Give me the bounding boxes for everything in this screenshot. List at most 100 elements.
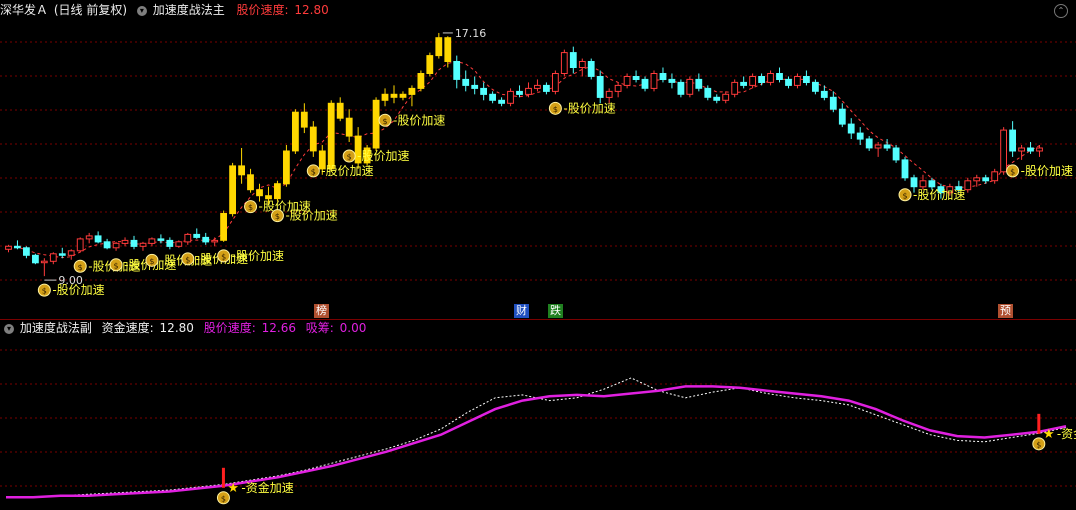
candle[interactable] [686,78,694,95]
event-tag-forecast[interactable]: 预 [998,304,1013,318]
candle[interactable] [444,37,452,62]
candle[interactable] [14,245,21,249]
candle[interactable] [803,76,810,83]
fund-accel-signal[interactable]: $★-资金加速 [1032,413,1076,451]
candle[interactable] [49,253,57,262]
candle[interactable] [40,260,48,264]
candle[interactable] [336,102,344,119]
candle[interactable] [892,147,900,161]
candle[interactable] [256,189,263,197]
candle[interactable] [650,73,658,89]
candle[interactable] [274,183,281,200]
candle[interactable] [5,245,12,250]
candle[interactable] [794,76,801,86]
candle[interactable] [489,93,497,101]
dropdown-icon[interactable]: ▾ [136,5,147,16]
candle[interactable] [964,180,972,191]
candle[interactable] [480,87,488,95]
candle[interactable] [731,81,739,95]
candle[interactable] [534,84,541,89]
price-accel-signal[interactable]: $ -股价加速 [342,149,410,163]
candle[interactable] [94,235,102,243]
candle[interactable] [749,76,757,86]
candle[interactable] [713,96,721,101]
candle[interactable] [722,93,730,101]
candle[interactable] [390,93,398,98]
candle[interactable] [605,90,613,98]
candle[interactable] [623,76,631,86]
candle[interactable] [67,250,75,256]
sub-indicator-name[interactable]: 加速度战法副 [20,321,92,335]
candle[interactable] [435,37,443,57]
main-chart[interactable]: $ -股价加速 $ -股价加速 $ -股价加速 $ -股价加速 $ -股价加速 $ -股价加速 $ -股价… [0,20,1076,302]
candle[interactable] [668,78,676,83]
candle[interactable] [345,117,353,137]
candle[interactable] [543,84,550,92]
candle[interactable] [220,213,227,241]
candle[interactable] [184,233,192,243]
candle[interactable] [1009,129,1017,152]
candle[interactable] [32,254,39,264]
candle[interactable] [408,87,416,95]
candle[interactable] [121,239,129,244]
candle[interactable] [166,239,174,247]
candle[interactable] [641,78,649,89]
candle[interactable] [991,171,999,182]
candle[interactable] [112,242,120,249]
candle[interactable] [847,123,855,134]
candle[interactable] [812,81,819,92]
candle[interactable] [453,61,461,80]
candle[interactable] [596,76,604,98]
candle[interactable] [758,76,766,83]
candle[interactable] [659,73,667,80]
candle[interactable] [471,84,479,89]
candle[interactable] [327,102,335,170]
candle[interactable] [982,177,990,182]
candle[interactable] [973,177,981,182]
candle[interactable] [901,159,909,179]
candle[interactable] [910,177,918,188]
candle[interactable] [292,111,299,152]
candle[interactable] [1018,147,1026,152]
candle[interactable] [919,180,927,188]
candle[interactable] [677,81,685,95]
candle[interactable] [1036,147,1043,152]
price-accel-signal[interactable]: $ -股价加速 [378,113,445,127]
candle[interactable] [309,126,317,152]
candle[interactable] [507,90,514,104]
candle[interactable] [148,238,156,244]
candle[interactable] [139,242,147,247]
candle[interactable] [767,73,774,83]
candle[interactable] [175,241,183,247]
candle[interactable] [265,195,272,200]
candle[interactable] [130,239,138,247]
candle[interactable] [1027,147,1034,152]
main-indicator-name[interactable]: 加速度战法主 [153,3,225,17]
candle[interactable] [372,99,380,149]
candle[interactable] [614,84,622,92]
candle[interactable] [829,96,837,110]
candle[interactable] [283,150,290,185]
candle[interactable] [76,238,84,252]
candle[interactable] [865,138,873,149]
candle[interactable] [462,78,470,86]
candle[interactable] [85,235,93,240]
candle[interactable] [560,52,568,74]
price-accel-signal[interactable]: $ -股价加速 [898,188,965,202]
candle[interactable] [776,73,783,80]
price-accel-signal[interactable]: $ -股价加速 [548,101,616,115]
candle[interactable] [525,87,532,95]
price-accel-signal[interactable]: $ -股价加速 [270,209,338,223]
candle[interactable] [300,111,308,128]
candle[interactable] [552,73,559,92]
candle[interactable] [399,93,407,98]
candle[interactable] [632,76,640,80]
price-accel-signal[interactable]: $ -股价加速 [1006,164,1073,178]
candle[interactable] [229,165,236,215]
candle[interactable] [1000,129,1008,173]
candle[interactable] [247,174,254,191]
candle[interactable] [856,132,864,140]
candle[interactable] [785,78,792,86]
candle[interactable] [193,233,201,238]
stock-name[interactable]: 深华发Ａ [0,3,48,17]
